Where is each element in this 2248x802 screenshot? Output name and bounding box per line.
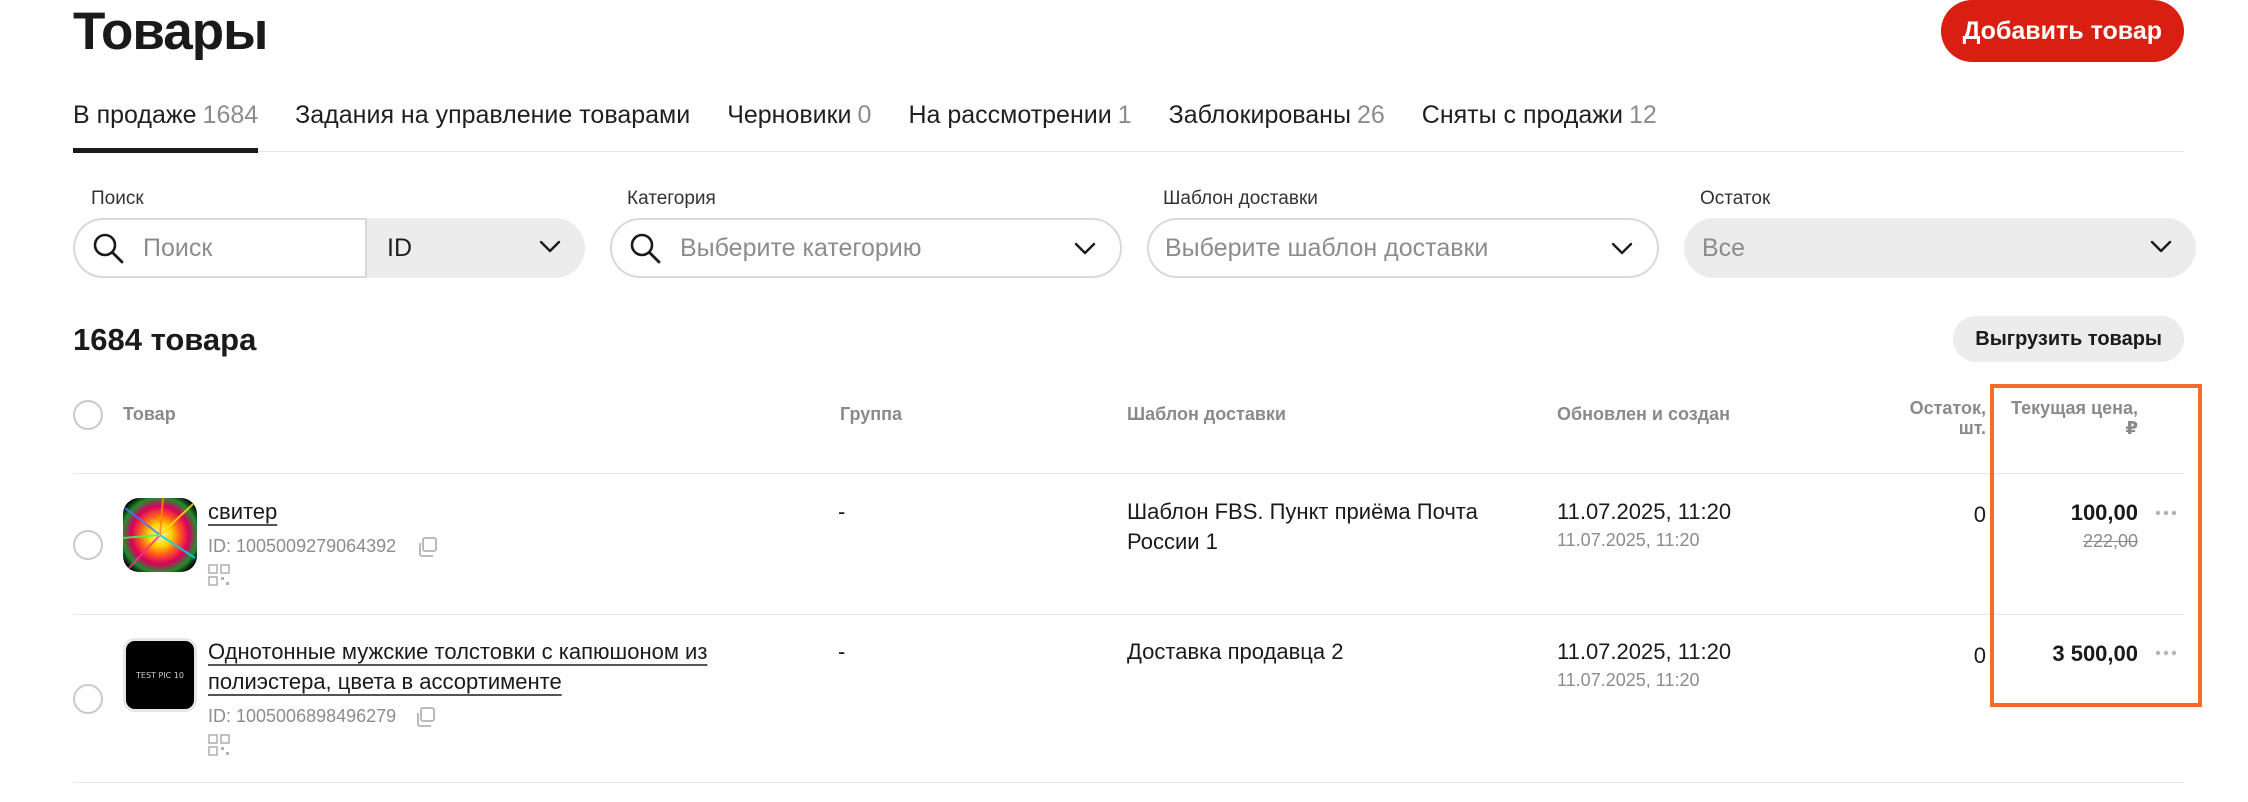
chevron-down-icon: [1074, 242, 1096, 255]
column-header-updated: Обновлен и создан: [1557, 404, 1730, 424]
updated-date: 11.07.2025, 11:20: [1557, 499, 1732, 524]
search-icon: [93, 233, 124, 264]
thumbnail-text: TEST PIC 10: [136, 670, 184, 680]
copy-icon[interactable]: [415, 535, 439, 559]
column-header-group: Группа: [840, 404, 903, 424]
row-checkbox[interactable]: [73, 684, 103, 714]
category-select[interactable]: Выберите категорию: [610, 218, 1122, 278]
copy-icon[interactable]: [413, 705, 437, 729]
search-label: Поиск: [91, 188, 144, 209]
delivery-template-placeholder: Выберите шаблон доставки: [1165, 233, 1489, 262]
qr-code-icon[interactable]: [208, 564, 230, 586]
add-product-button[interactable]: Добавить товар: [1940, 0, 2184, 62]
search-input[interactable]: Поиск: [73, 218, 365, 278]
row-divider: [73, 782, 2184, 783]
stock-value: 0: [1973, 502, 1986, 527]
search-type-select[interactable]: ID: [365, 218, 585, 278]
created-date: 11.07.2025, 11:20: [1557, 670, 1700, 690]
stock-value: 0: [1973, 643, 1986, 668]
row-divider: [73, 473, 2184, 474]
product-id: ID: 1005009279064392: [208, 536, 397, 556]
search-placeholder: Поиск: [143, 233, 213, 262]
select-all-checkbox[interactable]: [73, 400, 103, 430]
tab-removed[interactable]: Сняты с продажи 12: [1422, 94, 1657, 152]
tab-label: Сняты с продажи: [1421, 101, 1623, 129]
delivery-template-label: Шаблон доставки: [1163, 188, 1318, 209]
chevron-down-icon: [2150, 240, 2172, 253]
column-header-product: Товар: [123, 404, 176, 424]
export-products-button[interactable]: Выгрузить товары: [1953, 316, 2184, 362]
status-tabs: В продаже 1684 Задания на управление това…: [73, 94, 2184, 153]
column-header-delivery: Шаблон доставки: [1127, 404, 1286, 424]
tab-count: 1: [1117, 101, 1132, 129]
tab-label: Задания на управление товарами: [295, 101, 691, 129]
stock-select[interactable]: Все: [1684, 218, 2196, 278]
tab-blocked[interactable]: Заблокированы 26: [1169, 94, 1385, 152]
delivery-template-select[interactable]: Выберите шаблон доставки: [1147, 218, 1659, 278]
tab-label: Заблокированы: [1168, 101, 1351, 129]
search-type-value: ID: [387, 233, 412, 262]
created-date: 11.07.2025, 11:20: [1557, 530, 1700, 550]
page-title: Товары: [73, 2, 268, 61]
tab-count: 26: [1356, 101, 1385, 129]
tab-count: 1684: [202, 101, 259, 129]
product-count-title: 1684 товара: [73, 322, 257, 357]
group-value: -: [838, 499, 846, 524]
chevron-down-icon: [1611, 242, 1633, 255]
qr-code-icon[interactable]: [208, 734, 230, 756]
tab-under-review[interactable]: На рассмотрении 1: [908, 94, 1131, 152]
updated-date: 11.07.2025, 11:20: [1557, 639, 1732, 664]
tab-label: На рассмотрении: [908, 101, 1112, 129]
product-id: ID: 1005006898496279: [208, 706, 397, 726]
product-name-link[interactable]: свитер: [208, 497, 277, 527]
row-divider: [73, 614, 2184, 615]
product-thumbnail[interactable]: TEST PIC 10: [123, 638, 197, 712]
tab-label: Черновики: [727, 101, 852, 129]
tab-count: 12: [1628, 101, 1657, 129]
category-label: Категория: [627, 188, 716, 209]
stock-label: Остаток: [1700, 188, 1771, 209]
group-value: -: [838, 639, 846, 664]
delivery-template-value: Доставка продавца 2: [1127, 639, 1344, 664]
product-thumbnail[interactable]: [123, 498, 197, 572]
tab-management-tasks[interactable]: Задания на управление товарами: [295, 94, 690, 152]
column-header-stock-line1: Остаток,: [1909, 398, 1986, 418]
tab-count: 0: [857, 101, 872, 129]
product-image: [123, 498, 197, 572]
tab-on-sale[interactable]: В продаже 1684: [73, 94, 259, 153]
tab-label: В продаже: [73, 101, 197, 129]
column-header-stock-line2: шт.: [1958, 418, 1986, 438]
row-checkbox[interactable]: [73, 530, 103, 560]
tab-drafts[interactable]: Черновики 0: [727, 94, 871, 152]
product-name-link[interactable]: Однотонные мужские толстовки с капюшоном…: [208, 637, 748, 697]
column-header-stock: Остаток, шт.: [1860, 398, 1986, 438]
chevron-down-icon: [539, 240, 561, 253]
price-column-highlight: [1990, 384, 2202, 707]
stock-value: Все: [1702, 233, 1746, 262]
delivery-template-value: Шаблон FBS. Пункт приёма Почта России 1: [1127, 499, 1478, 554]
search-icon: [630, 233, 661, 264]
category-placeholder: Выберите категорию: [680, 233, 922, 262]
